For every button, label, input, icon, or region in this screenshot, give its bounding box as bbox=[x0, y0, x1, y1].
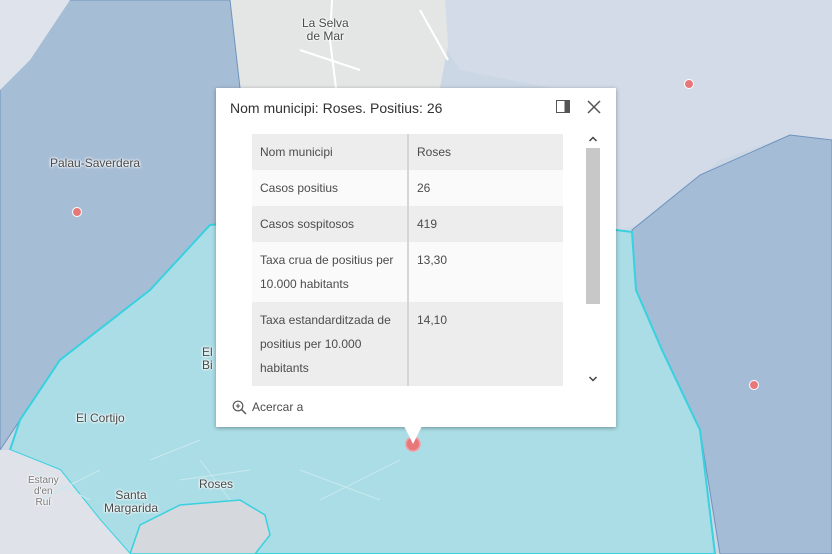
attribute-value: 26 bbox=[408, 170, 563, 206]
attribute-key: Taxa crua de positius per 10.000 habitan… bbox=[252, 242, 409, 302]
place-label-el-cortijo: El Cortijo bbox=[76, 411, 125, 425]
feature-popup: Nom municipi: Roses. Positius: 26 Nom mu… bbox=[216, 88, 616, 427]
place-label-palau-saverdera: Palau-Saverdera bbox=[50, 156, 141, 170]
municipality-area-la-selva bbox=[230, 0, 448, 88]
attribute-key: Casos sospitosos bbox=[252, 206, 409, 242]
popup-content[interactable]: Nom municipi Roses Casos positius 26 Cas… bbox=[252, 134, 564, 386]
table-row: Casos sospitosos 419 bbox=[252, 206, 563, 242]
table-row: Taxa estandarditzada de positius per 10.… bbox=[252, 302, 563, 386]
attribute-key: Casos positius bbox=[252, 170, 409, 206]
close-icon[interactable] bbox=[586, 99, 602, 115]
popup-title: Nom municipi: Roses. Positius: 26 bbox=[230, 100, 443, 116]
place-label-la-selva-de-mar: La Selva de Mar bbox=[302, 16, 349, 43]
attribute-value: 13,30 bbox=[408, 242, 563, 302]
attribute-key: Nom municipi bbox=[252, 134, 409, 170]
attribute-key: Taxa estandarditzada de positius per 10.… bbox=[252, 302, 409, 386]
popup-pointer bbox=[404, 426, 422, 444]
zoom-to-action[interactable]: Acercar a bbox=[232, 398, 303, 416]
zoom-to-label: Acercar a bbox=[252, 400, 304, 414]
table-row: Taxa crua de positius per 10.000 habitan… bbox=[252, 242, 563, 302]
attribute-value: 14,10 bbox=[408, 302, 563, 386]
case-marker[interactable] bbox=[684, 79, 694, 89]
attribute-value: Roses bbox=[408, 134, 563, 170]
case-marker[interactable] bbox=[749, 380, 759, 390]
place-label-estany-den-rui: Estany d'en Ruí bbox=[28, 475, 59, 508]
place-label-roses: Roses bbox=[199, 477, 234, 491]
attribute-value: 419 bbox=[408, 206, 563, 242]
zoom-in-icon bbox=[232, 400, 247, 414]
chevron-up-icon[interactable] bbox=[586, 132, 600, 146]
scrollbar-thumb[interactable] bbox=[586, 148, 600, 304]
attribute-table: Nom municipi Roses Casos positius 26 Cas… bbox=[252, 134, 563, 386]
place-label-el-bi: El Bi bbox=[202, 345, 213, 372]
popup-scrollbar[interactable] bbox=[586, 132, 600, 386]
table-row: Casos positius 26 bbox=[252, 170, 563, 206]
table-row: Nom municipi Roses bbox=[252, 134, 563, 170]
dock-icon[interactable] bbox=[556, 100, 570, 113]
place-label-santa-margarida: Santa Margarida bbox=[104, 488, 159, 515]
case-marker[interactable] bbox=[72, 207, 82, 217]
chevron-down-icon[interactable] bbox=[586, 372, 600, 386]
